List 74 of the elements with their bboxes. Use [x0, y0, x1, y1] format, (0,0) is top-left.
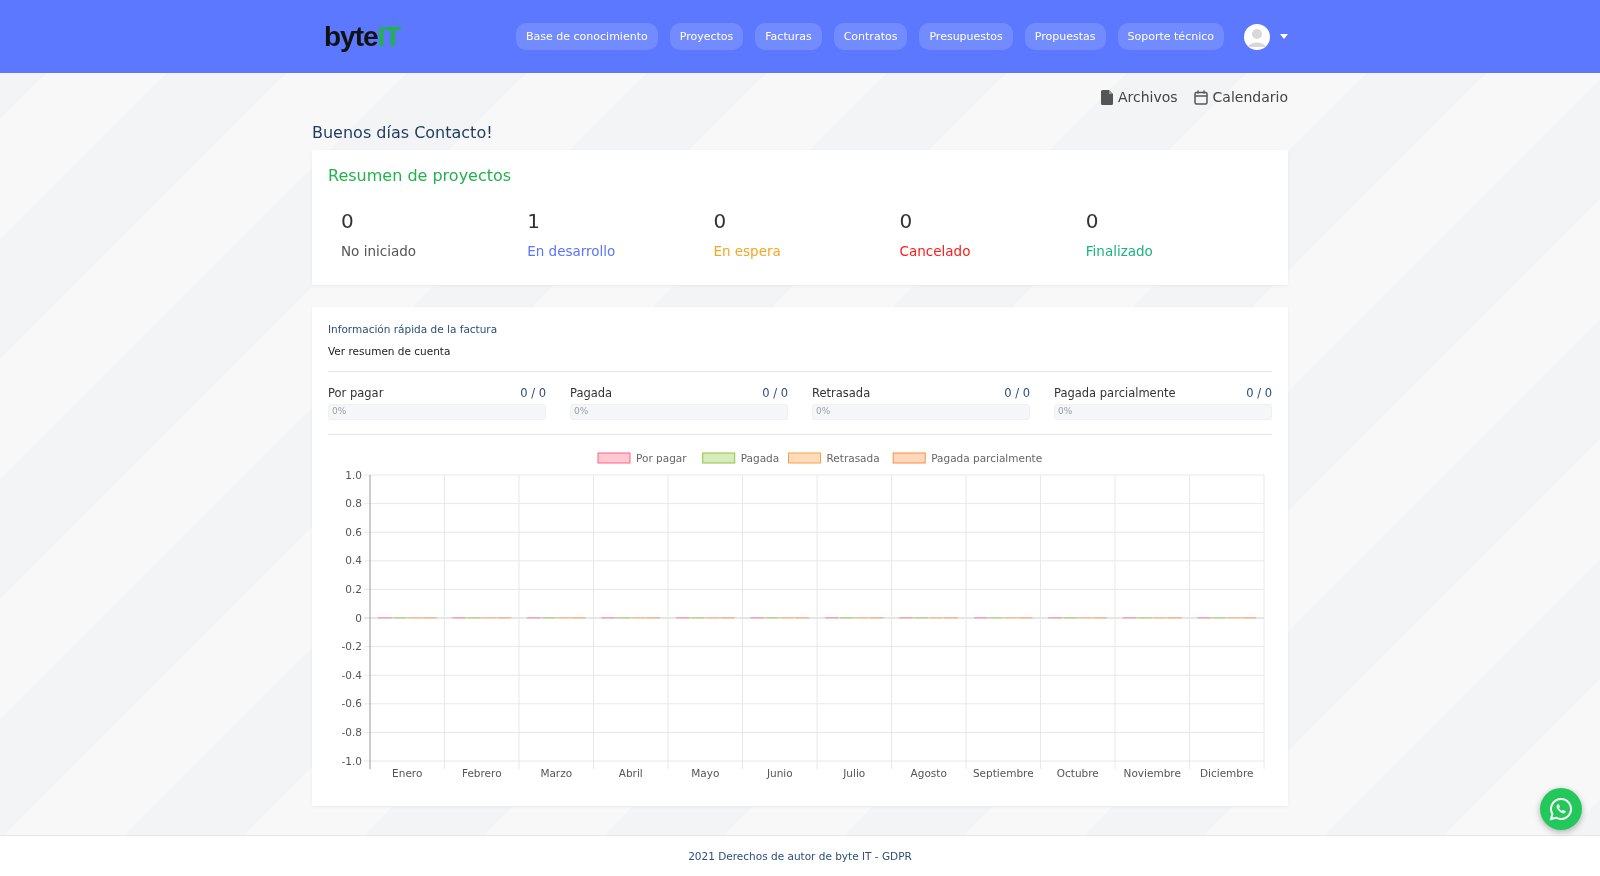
greeting-heading: Buenos días Contacto! [312, 123, 494, 142]
progress-ratio: 0 / 0 [520, 386, 546, 400]
progress-percent: 0% [574, 406, 589, 416]
axis-tick-label: 0.2 [345, 582, 362, 595]
stat-label: Finalizado [1085, 243, 1154, 259]
legend-item[interactable]: Retrasada [788, 452, 880, 464]
stat-label: Cancelado [899, 243, 972, 259]
avatar-icon[interactable] [1244, 23, 1270, 50]
nav-link[interactable]: Proyectos [669, 23, 744, 50]
caret-icon[interactable] [1280, 34, 1288, 39]
axis-tick-label: -0.4 [341, 668, 362, 681]
toolbar-link[interactable]: Archivos [1100, 89, 1178, 105]
stat-label: En desarrollo [527, 243, 617, 259]
axis-tick-label: Septiembre [972, 767, 1034, 779]
nav-link[interactable]: Base de conocimiento [516, 23, 658, 50]
axis-tick-label: -0.2 [341, 640, 362, 653]
progress-percent: 0% [816, 406, 831, 416]
card-title: Información rápida de la factura [328, 323, 499, 335]
stat-count: 0 [1085, 209, 1100, 233]
legend-item[interactable]: Por pagar [597, 452, 687, 464]
axis-tick-label: -1.0 [341, 754, 362, 767]
account-summary-link[interactable]: Ver resumen de cuenta [328, 345, 1272, 357]
stat-label: No iniciado [341, 243, 417, 259]
progress-percent: 0% [332, 406, 347, 416]
stat-count: 0 [899, 209, 914, 233]
nav-link[interactable]: Presupuestos [919, 23, 1013, 50]
toolbar-link[interactable]: Calendario [1193, 89, 1288, 105]
axis-tick-label: -0.6 [341, 697, 362, 710]
calendar-icon [1193, 89, 1208, 105]
nav-link[interactable]: Soporte técnico [1117, 23, 1224, 50]
progress-ratio: 0 / 0 [762, 386, 788, 400]
progress-percent: 0% [1058, 406, 1073, 416]
nav-link[interactable]: Facturas [755, 23, 822, 50]
chat-button[interactable] [1540, 788, 1582, 830]
axis-tick-label: -0.8 [341, 725, 362, 738]
legend-label: Por pagar [636, 452, 688, 464]
stat-count: 0 [341, 209, 355, 233]
nav-link[interactable]: Propuestas [1024, 23, 1106, 50]
axis-tick-label: Diciembre [1199, 767, 1254, 779]
axis-tick-label: Febrero [461, 767, 502, 779]
stat-count: 1 [527, 209, 541, 233]
progress-label: Pagada parcialmente [1054, 386, 1176, 400]
progress-ratio: 0 / 0 [1004, 386, 1030, 400]
logo[interactable]: byteIT [324, 20, 401, 53]
axis-tick-label: 1.0 [345, 468, 362, 481]
stat-label: En espera [713, 243, 782, 259]
file-icon [1100, 89, 1113, 105]
axis-tick-label: 0 [355, 611, 362, 624]
nav-link[interactable]: Contratos [833, 23, 908, 50]
axis-tick-label: Abril [618, 767, 643, 779]
phone-bubble-icon [1549, 797, 1573, 821]
progress-label: Pagada [570, 386, 613, 400]
stat-count: 0 [713, 209, 728, 233]
legend-item[interactable]: Pagada [702, 452, 780, 464]
axis-tick-label: Octubre [1056, 767, 1099, 779]
axis-tick-label: Noviembre [1123, 767, 1181, 779]
progress-label: Retrasada [812, 386, 871, 400]
footer-text: 2021 Derechos de autor de byte IT - GDPR [688, 850, 912, 862]
progress-ratio: 0 / 0 [1246, 386, 1272, 400]
axis-tick-label: Enero [392, 767, 423, 779]
axis-tick-label: 0.4 [345, 554, 362, 567]
legend-label: Pagada parcialmente [931, 452, 1043, 464]
legend-label: Pagada [740, 452, 780, 464]
axis-tick-label: 0.8 [345, 497, 362, 510]
axis-tick-label: 0.6 [345, 525, 362, 538]
axis-tick-label: Junio [766, 767, 793, 779]
axis-tick-label: Agosto [910, 767, 947, 779]
legend-item[interactable]: Pagada parcialmente [892, 452, 1043, 464]
axis-tick-label: Mayo [691, 767, 720, 779]
axis-tick-label: Marzo [540, 767, 573, 779]
progress-label: Por pagar [328, 386, 384, 400]
legend-label: Retrasada [826, 452, 880, 464]
card-title: Resumen de proyectos [328, 166, 513, 185]
axis-tick-label: Julio [843, 767, 866, 779]
